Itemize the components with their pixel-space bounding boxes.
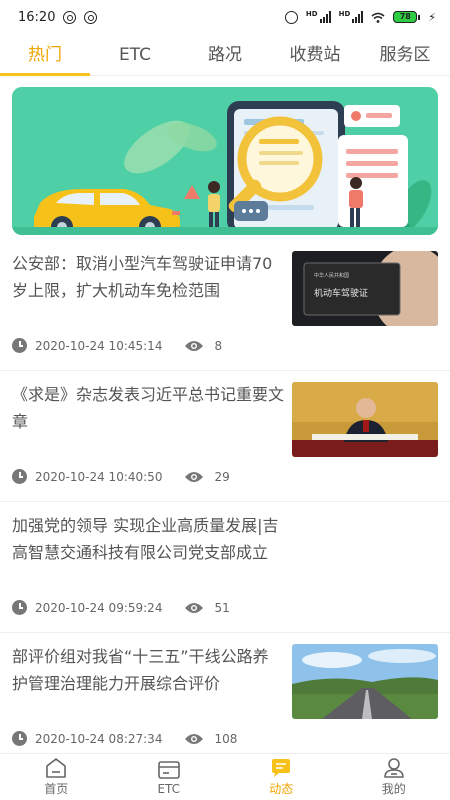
charging-icon: ⚡ <box>428 10 436 24</box>
nav-etc[interactable]: ETC <box>113 754 226 800</box>
license-small-text: 中华人民共和国 <box>314 272 349 279</box>
news-chat-icon <box>272 759 291 777</box>
home-icon <box>46 758 67 778</box>
news-meta: 2020-10-24 10:45:14 8 <box>12 338 222 353</box>
clock-icon <box>12 731 27 746</box>
wifi-icon <box>371 12 385 23</box>
news-views: 51 <box>214 600 230 615</box>
news-thumbnail[interactable] <box>292 644 438 719</box>
nav-news[interactable]: 动态 <box>225 754 338 800</box>
battery-icon: 78 <box>393 11 421 23</box>
alarm-icon <box>284 10 298 24</box>
clock-icon <box>12 600 27 615</box>
tab-hot[interactable]: 热门 <box>0 34 90 76</box>
eye-icon <box>185 733 204 744</box>
news-title[interactable]: 部评价组对我省“十三五”干线公路养护管理治理能力开展综合评价 <box>12 643 284 724</box>
tab-etc[interactable]: ETC <box>90 34 180 76</box>
news-time: 2020-10-24 10:45:14 <box>35 338 163 353</box>
news-item[interactable]: 《求是》杂志发表习近平总书记重要文章 2020-10-24 10:40:50 2… <box>0 371 450 502</box>
news-title[interactable]: 公安部：取消小型汽车驾驶证申请70岁上限，扩大机动车免检范围 <box>12 250 284 331</box>
status-bar: 16:20 HD HD 78 ⚡ <box>0 0 450 34</box>
signal-icon-2: HD <box>339 11 364 23</box>
license-text: 机动车驾驶证 <box>314 287 368 299</box>
clock-icon <box>12 469 27 484</box>
nav-home[interactable]: 首页 <box>0 754 113 800</box>
news-views: 29 <box>214 469 230 484</box>
news-thumbnail[interactable] <box>292 382 438 457</box>
signal-icon: HD <box>306 11 331 23</box>
eye-icon <box>185 340 204 351</box>
news-views: 108 <box>214 731 238 746</box>
news-meta: 2020-10-24 09:59:24 51 <box>12 600 230 615</box>
eye-icon <box>185 471 204 482</box>
battery-level: 78 <box>393 11 418 23</box>
tab-toll-stations[interactable]: 收费站 <box>270 34 360 76</box>
signal-label: HD <box>305 10 318 18</box>
signal-label-2: HD <box>338 10 351 18</box>
nav-profile[interactable]: 我的 <box>338 754 450 800</box>
news-list[interactable]: 公安部：取消小型汽车驾驶证申请70岁上限，扩大机动车免检范围 中华人民共和国 机… <box>0 240 450 753</box>
status-time: 16:20 <box>18 9 56 25</box>
nav-home-label: 首页 <box>44 782 69 796</box>
banner-illustration <box>12 87 438 235</box>
user-icon <box>383 758 404 778</box>
news-title[interactable]: 加强党的领导 实现企业高质量发展|吉高智慧交通科技有限公司党支部成立 <box>12 512 284 593</box>
notification-icon-2 <box>84 10 98 24</box>
news-time: 2020-10-24 08:27:34 <box>35 731 163 746</box>
news-item[interactable]: 公安部：取消小型汽车驾驶证申请70岁上限，扩大机动车免检范围 中华人民共和国 机… <box>0 240 450 371</box>
tab-road-conditions[interactable]: 路况 <box>180 34 270 76</box>
news-thumbnail[interactable]: 中华人民共和国 机动车驾驶证 <box>292 251 438 326</box>
bottom-nav: 首页 ETC 动态 我的 <box>0 753 450 800</box>
nav-etc-label: ETC <box>157 781 181 796</box>
tab-service-areas[interactable]: 服务区 <box>360 34 450 76</box>
promo-banner[interactable] <box>12 87 438 235</box>
nav-profile-label: 我的 <box>381 782 406 796</box>
news-time: 2020-10-24 10:40:50 <box>35 469 163 484</box>
eye-icon <box>185 602 204 613</box>
etc-card-icon <box>157 760 180 779</box>
category-tabs: 热门 ETC 路况 收费站 服务区 <box>0 34 450 76</box>
news-item[interactable]: 加强党的领导 实现企业高质量发展|吉高智慧交通科技有限公司党支部成立 2020-… <box>0 502 450 633</box>
news-views: 8 <box>214 338 223 353</box>
news-meta: 2020-10-24 08:27:34 108 <box>12 731 237 746</box>
news-title[interactable]: 《求是》杂志发表习近平总书记重要文章 <box>12 381 284 462</box>
clock-icon <box>12 338 27 353</box>
nav-news-label: 动态 <box>269 782 294 796</box>
news-meta: 2020-10-24 10:40:50 29 <box>12 469 230 484</box>
news-time: 2020-10-24 09:59:24 <box>35 600 163 615</box>
news-item[interactable]: 部评价组对我省“十三五”干线公路养护管理治理能力开展综合评价 2020-10-2… <box>0 633 450 753</box>
notification-icon <box>63 10 77 24</box>
